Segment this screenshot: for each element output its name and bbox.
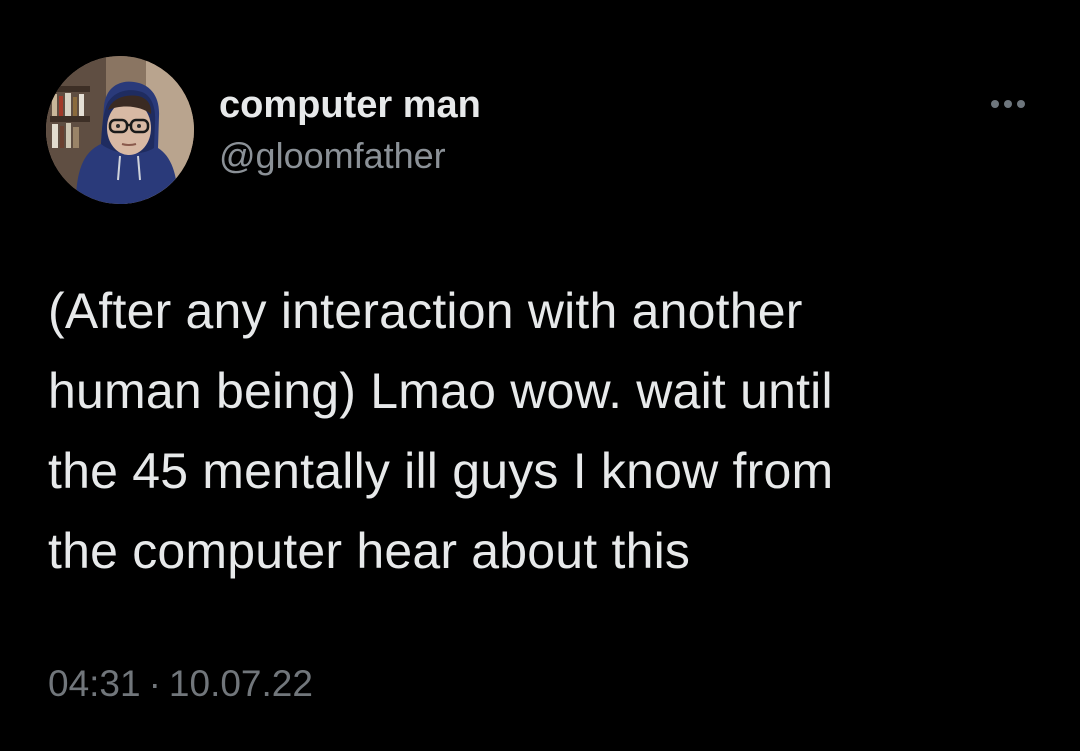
tweet-text-line: human being) Lmao wow. wait until — [48, 363, 833, 419]
tweet-text-line: the computer hear about this — [48, 523, 691, 579]
tweet-text: (After any interaction with another huma… — [48, 271, 1048, 591]
more-options-button[interactable] — [984, 90, 1032, 118]
meta-separator: · — [148, 663, 161, 704]
tweet-date: 10.07.22 — [168, 663, 313, 704]
tweet-text-line: (After any interaction with another — [48, 283, 803, 339]
tweet-timestamp[interactable]: 04:31 · 10.07.22 — [48, 660, 313, 708]
tweet-time: 04:31 — [48, 663, 141, 704]
more-horizontal-icon — [1017, 100, 1025, 108]
more-horizontal-icon — [1004, 100, 1012, 108]
more-horizontal-icon — [991, 100, 999, 108]
tweet-card: computer man @gloomfather (After any int… — [0, 0, 1080, 751]
author-display-name[interactable]: computer man — [219, 82, 481, 128]
profile-photo-icon — [46, 56, 194, 204]
author-handle[interactable]: @gloomfather — [219, 134, 446, 178]
avatar[interactable] — [46, 56, 194, 204]
tweet-text-line: the 45 mentally ill guys I know from — [48, 443, 834, 499]
